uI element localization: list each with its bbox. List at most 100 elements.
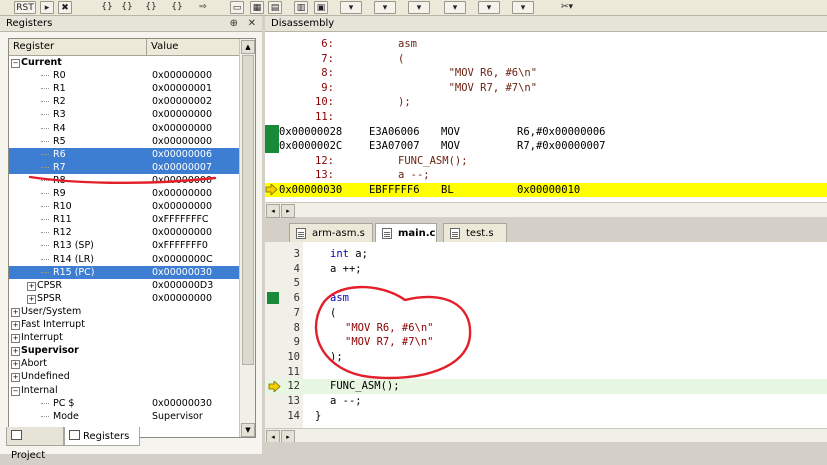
register-value[interactable]: 0x00000000	[152, 108, 212, 121]
register-row[interactable]: R12 0x00000000	[9, 226, 241, 239]
register-row[interactable]: R2 0x00000002	[9, 95, 241, 108]
register-value[interactable]: 0x00000000	[152, 187, 212, 200]
step-over-icon[interactable]: {}	[120, 1, 134, 14]
register-row[interactable]: − Current	[9, 56, 241, 69]
disassembly-source-line[interactable]: 10:);	[265, 95, 827, 109]
source-line[interactable]: 10);	[265, 350, 827, 365]
registers-window-icon[interactable]: ▥	[294, 1, 308, 14]
disassembly-source-line[interactable]: 8: "MOV R6, #6\n"	[265, 66, 827, 80]
collapse-icon[interactable]: −	[11, 59, 20, 68]
register-value[interactable]: 0x00000006	[152, 148, 212, 161]
register-value[interactable]: 0x00000000	[152, 69, 212, 82]
show-next-icon[interactable]: ⇨	[196, 1, 210, 14]
register-row[interactable]: R1 0x00000001	[9, 82, 241, 95]
register-value[interactable]: 0x000000D3	[152, 279, 213, 292]
register-row[interactable]: R13 (SP) 0xFFFFFFF0	[9, 239, 241, 252]
scroll-thumb[interactable]	[242, 55, 254, 365]
register-value[interactable]: 0x00000000	[152, 174, 212, 187]
disassembly-instruction[interactable]: 0x00000030 EBFFFFF6 BL 0x00000010	[265, 183, 827, 197]
register-row[interactable]: R10 0x00000000	[9, 200, 241, 213]
register-row[interactable]: + Supervisor	[9, 344, 241, 357]
register-value[interactable]: 0x00000000	[152, 135, 212, 148]
collapse-icon[interactable]: −	[11, 386, 20, 396]
tab-arm-asm-s[interactable]: arm-asm.s	[289, 223, 373, 242]
register-row[interactable]: R7 0x00000007	[9, 160, 241, 174]
tab-project[interactable]: Project	[6, 427, 64, 461]
scroll-up-icon[interactable]: ▲	[241, 40, 255, 54]
disassembly-hscrollbar[interactable]: ◂ ▸	[265, 202, 827, 218]
source-line[interactable]: 3 int a;	[265, 247, 827, 262]
register-row[interactable]: + Abort	[9, 357, 241, 370]
system-viewer-icon[interactable]: ▾	[512, 1, 534, 14]
register-value[interactable]: 0x00000030	[152, 266, 212, 279]
call-stack-icon[interactable]: ▣	[314, 1, 328, 14]
stop-icon[interactable]: ✖	[58, 1, 72, 14]
register-row[interactable]: Mode Supervisor	[9, 410, 241, 423]
column-header-register[interactable]: Register	[9, 39, 147, 55]
disassembly-source-line[interactable]: 13: a --;	[265, 168, 827, 182]
disassembly-instruction[interactable]: 0x0000002C E3A07007 MOV R7,#0x00000007	[265, 139, 827, 154]
source-line[interactable]: 11	[265, 365, 827, 380]
tab-registers[interactable]: Registers	[64, 427, 140, 446]
run-to-cursor-icon[interactable]: {}	[170, 1, 184, 14]
register-row[interactable]: R3 0x00000000	[9, 108, 241, 121]
register-row[interactable]: + CPSR 0x000000D3	[9, 279, 241, 292]
scroll-right-icon[interactable]: ▸	[281, 204, 295, 218]
source-editor[interactable]: 3 int a; 4 a ++; 5 6 asm 7(8 "MOV R6, #6\n" 9 "MOV…	[265, 242, 827, 454]
expand-icon[interactable]: +	[27, 294, 36, 304]
register-row[interactable]: R5 0x00000000	[9, 135, 241, 148]
register-value[interactable]: 0x00000007	[152, 161, 212, 174]
register-value[interactable]: 0x00000000	[152, 226, 212, 239]
register-value[interactable]: Supervisor	[152, 410, 203, 423]
disassembly-listing[interactable]: 6: asm 7:(8: "MOV R6, #6\n" 9: "MOV R7, #7\…	[265, 33, 827, 203]
toolbox-icon[interactable]: ✂▾	[556, 1, 578, 14]
register-value[interactable]: 0x00000001	[152, 82, 212, 95]
register-value[interactable]: 0x00000000	[152, 292, 212, 305]
tab-main-c[interactable]: main.c	[375, 223, 437, 242]
registers-scrollbar[interactable]: ▲ ▼	[239, 39, 255, 437]
symbols-window-icon[interactable]: ▤	[268, 1, 282, 14]
disassembly-source-line[interactable]: 7: (	[265, 52, 827, 66]
memory-window-icon[interactable]: ▾	[374, 1, 396, 14]
source-line[interactable]: 5	[265, 276, 827, 291]
disassembly-source-line[interactable]: 9: "MOV R7, #7\n"	[265, 81, 827, 95]
register-row[interactable]: R4 0x00000000	[9, 122, 241, 135]
step-out-icon[interactable]: {}	[144, 1, 158, 14]
register-value[interactable]: 0xFFFFFFFC	[152, 213, 209, 226]
pin-icon[interactable]: ⊕	[230, 18, 238, 29]
watch-window-icon[interactable]: ▾	[340, 1, 362, 14]
column-header-value[interactable]: Value	[147, 39, 241, 55]
expand-icon[interactable]: +	[11, 347, 20, 357]
run-icon[interactable]: ▸	[40, 1, 54, 14]
register-row[interactable]: PC $ 0x00000030	[9, 397, 241, 410]
command-window-icon[interactable]: ▭	[230, 1, 244, 14]
register-row[interactable]: + SPSR 0x00000000	[9, 292, 241, 305]
trace-window-icon[interactable]: ▾	[478, 1, 500, 14]
close-icon[interactable]: ✕	[248, 18, 256, 29]
tab-test-s[interactable]: test.s	[443, 223, 507, 242]
register-value[interactable]: 0x00000030	[152, 397, 212, 410]
disassembly-source-line[interactable]: 6: asm	[265, 37, 827, 51]
register-row[interactable]: + User/System	[9, 305, 241, 318]
expand-icon[interactable]: +	[27, 281, 36, 291]
expand-icon[interactable]: +	[11, 321, 20, 330]
register-row[interactable]: R8 0x00000000	[9, 174, 241, 187]
register-row[interactable]: R14 (LR) 0x0000000C	[9, 253, 241, 266]
register-value[interactable]: 0x0000000C	[152, 253, 213, 266]
analysis-window-icon[interactable]: ▾	[444, 1, 466, 14]
source-line[interactable]: 6 asm	[265, 291, 827, 306]
register-row[interactable]: + Fast Interrupt	[9, 318, 241, 331]
disassembly-source-line[interactable]: 11:	[265, 110, 827, 124]
scroll-left-icon[interactable]: ◂	[266, 204, 280, 218]
expand-icon[interactable]: +	[11, 360, 20, 370]
reset-button[interactable]: RST	[14, 1, 36, 14]
register-row[interactable]: − Internal	[9, 384, 241, 397]
source-line[interactable]: 13 a --;	[265, 394, 827, 409]
source-line[interactable]: 14}	[265, 409, 827, 424]
register-row[interactable]: + Undefined	[9, 370, 241, 383]
source-line[interactable]: 9 "MOV R7, #7\n"	[265, 335, 827, 350]
source-line[interactable]: 12 FUNC_ASM();	[265, 379, 827, 394]
source-line[interactable]: 7(	[265, 306, 827, 321]
register-value[interactable]: 0x00000002	[152, 95, 212, 108]
serial-window-icon[interactable]: ▾	[408, 1, 430, 14]
